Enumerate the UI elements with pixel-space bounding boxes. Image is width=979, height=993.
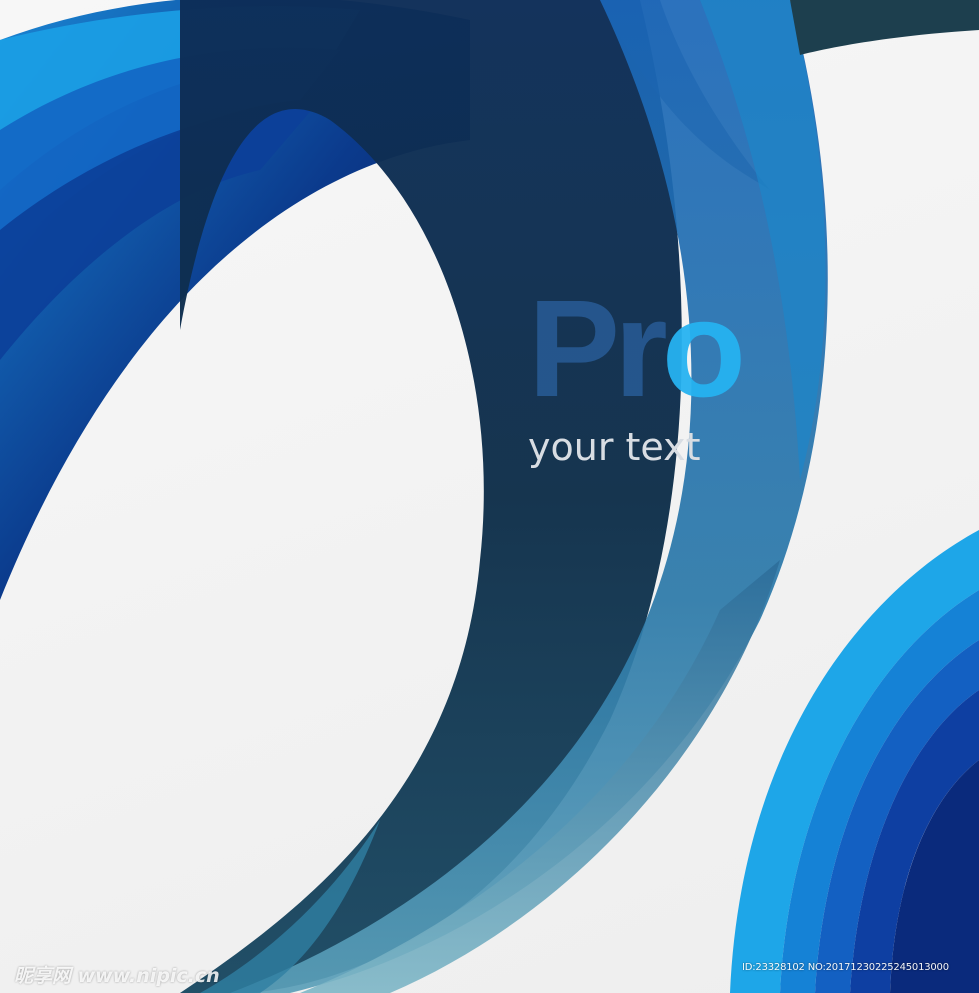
poster-canvas: Pro your text 昵享网 www.nipic.cn ID:233281… — [0, 0, 979, 993]
abstract-swoosh-artwork — [0, 0, 979, 993]
headline-part-pr: Pr — [528, 272, 668, 426]
headline-pro: Pro — [528, 280, 746, 418]
tagline-text: your text — [528, 425, 701, 469]
site-watermark: 昵享网 www.nipic.cn — [14, 965, 220, 987]
headline-part-o: o — [661, 272, 746, 426]
id-watermark: ID:23328102 NO:20171230225245013000 — [742, 962, 949, 973]
top-right-sliver — [790, 0, 979, 55]
